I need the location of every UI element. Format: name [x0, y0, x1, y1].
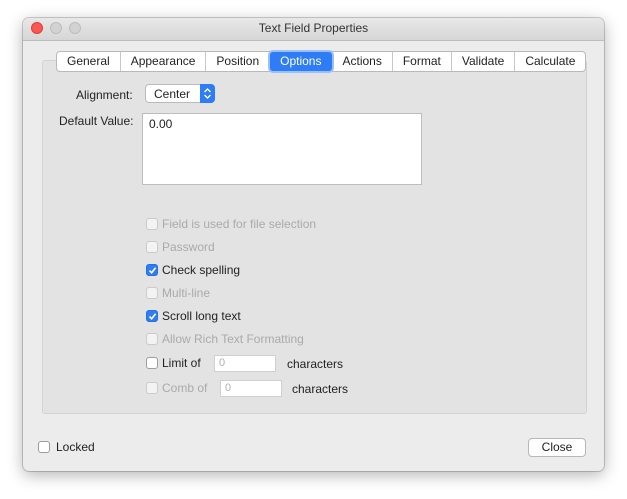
- check-spelling-checkbox[interactable]: [146, 264, 158, 276]
- comb-of-suffix: characters: [292, 382, 349, 396]
- text-field-properties-dialog: Text Field Properties General Appearance…: [23, 18, 604, 471]
- title-bar[interactable]: Text Field Properties: [23, 18, 604, 41]
- tab-calculate[interactable]: Calculate: [515, 52, 585, 71]
- rich-text-label: Allow Rich Text Formatting: [162, 332, 304, 346]
- tab-format[interactable]: Format: [393, 52, 452, 71]
- multi-line-checkbox[interactable]: [146, 287, 158, 299]
- limit-of-suffix: characters: [287, 357, 344, 371]
- multi-line-label: Multi-line: [162, 286, 211, 300]
- password-label: Password: [162, 240, 215, 254]
- password-checkbox[interactable]: [146, 241, 158, 253]
- locked-label: Locked: [56, 440, 95, 454]
- default-value-text: 0.00: [149, 117, 173, 131]
- rich-text-checkbox[interactable]: [146, 333, 158, 345]
- alignment-label: Alignment:: [76, 88, 133, 102]
- checkmark-icon: [148, 267, 157, 275]
- checkmark-icon: [148, 313, 157, 321]
- limit-of-input[interactable]: 0: [214, 355, 276, 372]
- limit-of-checkbox[interactable]: [146, 357, 158, 369]
- tab-actions[interactable]: Actions: [332, 52, 393, 71]
- comb-of-checkbox[interactable]: [146, 382, 158, 394]
- default-value-label: Default Value:: [59, 114, 134, 128]
- alignment-select[interactable]: Center: [145, 84, 215, 103]
- comb-of-label: Comb of: [162, 381, 208, 395]
- locked-checkbox[interactable]: [38, 441, 50, 453]
- scroll-long-text-checkbox[interactable]: [146, 310, 158, 322]
- window-title: Text Field Properties: [258, 21, 369, 35]
- check-spelling-label: Check spelling: [162, 263, 241, 277]
- tab-validate[interactable]: Validate: [452, 52, 516, 71]
- tab-options[interactable]: Options: [270, 52, 333, 71]
- tab-position[interactable]: Position: [206, 52, 271, 71]
- scroll-long-text-label: Scroll long text: [162, 309, 241, 323]
- default-value-textarea[interactable]: 0.00: [142, 113, 422, 185]
- select-stepper-icon: [200, 84, 215, 103]
- tab-appearance[interactable]: Appearance: [121, 52, 207, 71]
- close-button[interactable]: Close: [528, 438, 586, 457]
- alignment-value: Center: [154, 87, 191, 101]
- limit-of-label: Limit of: [162, 356, 201, 370]
- tab-bar: General Appearance Position Options Acti…: [56, 51, 587, 72]
- file-selection-checkbox[interactable]: [146, 218, 158, 230]
- file-selection-label: Field is used for file selection: [162, 217, 317, 231]
- comb-of-input[interactable]: 0: [220, 380, 282, 397]
- tab-general[interactable]: General: [57, 52, 121, 71]
